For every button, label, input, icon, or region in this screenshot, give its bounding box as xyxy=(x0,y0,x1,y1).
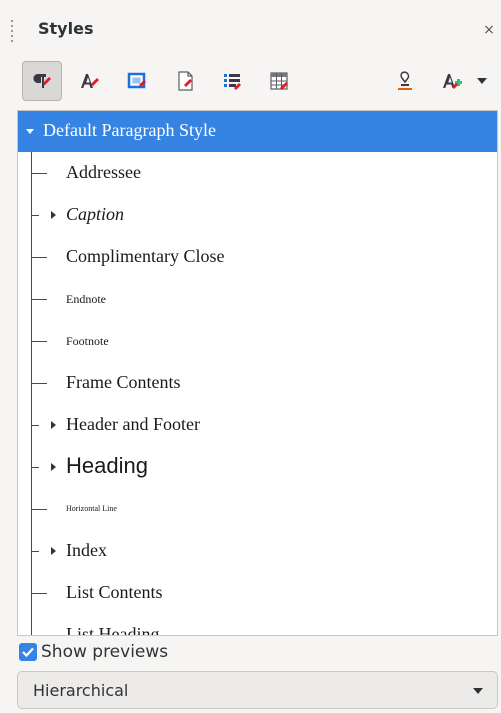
tree-row-label: List Heading xyxy=(66,624,160,636)
expander-collapsed-icon[interactable] xyxy=(51,421,56,429)
tree-row-header-and-footer[interactable]: Header and Footer xyxy=(18,404,497,446)
tree-row-addressee[interactable]: Addressee xyxy=(18,152,497,194)
expander-collapsed-icon[interactable] xyxy=(51,211,56,219)
page-styles-button[interactable] xyxy=(165,61,205,101)
list-styles-icon xyxy=(224,74,241,90)
new-style-icon xyxy=(443,74,462,89)
table-styles-button[interactable] xyxy=(259,61,299,101)
tree-row-list-heading[interactable]: List Heading xyxy=(18,614,497,636)
styles-deck: Styles × Default Paragraph Style Address… xyxy=(0,0,501,713)
frame-styles-button[interactable] xyxy=(117,61,157,101)
tree-row-label: List Contents xyxy=(66,582,163,602)
tree-row-complimentary-close[interactable]: Complimentary Close xyxy=(18,236,497,278)
tree-row-caption[interactable]: Caption xyxy=(18,194,497,236)
tree-row-default-paragraph-style[interactable]: Default Paragraph Style xyxy=(18,111,497,152)
style-tree[interactable]: Default Paragraph Style Addressee Captio… xyxy=(17,110,498,636)
frame-styles-icon xyxy=(127,72,146,89)
new-style-from-selection-button[interactable] xyxy=(432,61,472,101)
tree-row-label: Addressee xyxy=(66,162,141,182)
tree-row-label: Frame Contents xyxy=(66,372,181,392)
table-styles-icon xyxy=(270,72,288,90)
expander-collapsed-icon[interactable] xyxy=(51,463,56,471)
show-previews-checkbox[interactable] xyxy=(19,643,37,661)
page-styles-icon xyxy=(178,71,193,91)
tree-row-index[interactable]: Index xyxy=(18,530,497,572)
grip-handle[interactable] xyxy=(11,20,14,42)
deck-title: Styles xyxy=(38,19,94,38)
tree-row-label: Index xyxy=(66,540,107,560)
tree-row-label: Default Paragraph Style xyxy=(43,120,216,140)
show-previews-label[interactable]: Show previews xyxy=(41,642,168,662)
style-filter-dropdown[interactable]: Hierarchical xyxy=(17,671,498,709)
expander-collapsed-icon[interactable] xyxy=(51,547,56,555)
tree-row-label: Endnote xyxy=(66,292,106,306)
tree-row-list-contents[interactable]: List Contents xyxy=(18,572,497,614)
tree-row-footnote[interactable]: Footnote xyxy=(18,320,497,362)
expander-expanded-icon[interactable] xyxy=(26,129,34,134)
checkmark-icon xyxy=(22,647,34,658)
tree-row-label: Footnote xyxy=(66,334,109,348)
chevron-down-icon xyxy=(477,78,487,84)
tree-row-label: Horizontal Line xyxy=(66,504,117,513)
tree-row-label: Caption xyxy=(66,204,125,224)
tree-row-horizontal-line[interactable]: Horizontal Line xyxy=(18,488,497,530)
character-styles-icon xyxy=(81,74,99,88)
character-styles-button[interactable] xyxy=(69,61,109,101)
list-styles-button[interactable] xyxy=(212,61,252,101)
style-filter-value: Hierarchical xyxy=(33,681,129,700)
tree-row-frame-contents[interactable]: Frame Contents xyxy=(18,362,497,404)
fill-format-icon xyxy=(398,71,412,90)
fill-format-mode-button[interactable] xyxy=(385,61,425,101)
close-button[interactable]: × xyxy=(482,21,496,39)
tree-row-heading[interactable]: Heading xyxy=(18,446,497,488)
tree-row-label: Header and Footer xyxy=(66,414,200,434)
paragraph-styles-icon xyxy=(33,74,51,88)
tree-row-label: Complimentary Close xyxy=(66,246,225,266)
style-actions-dropdown-button[interactable] xyxy=(467,61,497,101)
chevron-down-icon xyxy=(473,688,483,694)
tree-row-endnote[interactable]: Endnote xyxy=(18,278,497,320)
paragraph-styles-button[interactable] xyxy=(22,61,62,101)
tree-row-label: Heading xyxy=(66,453,148,478)
